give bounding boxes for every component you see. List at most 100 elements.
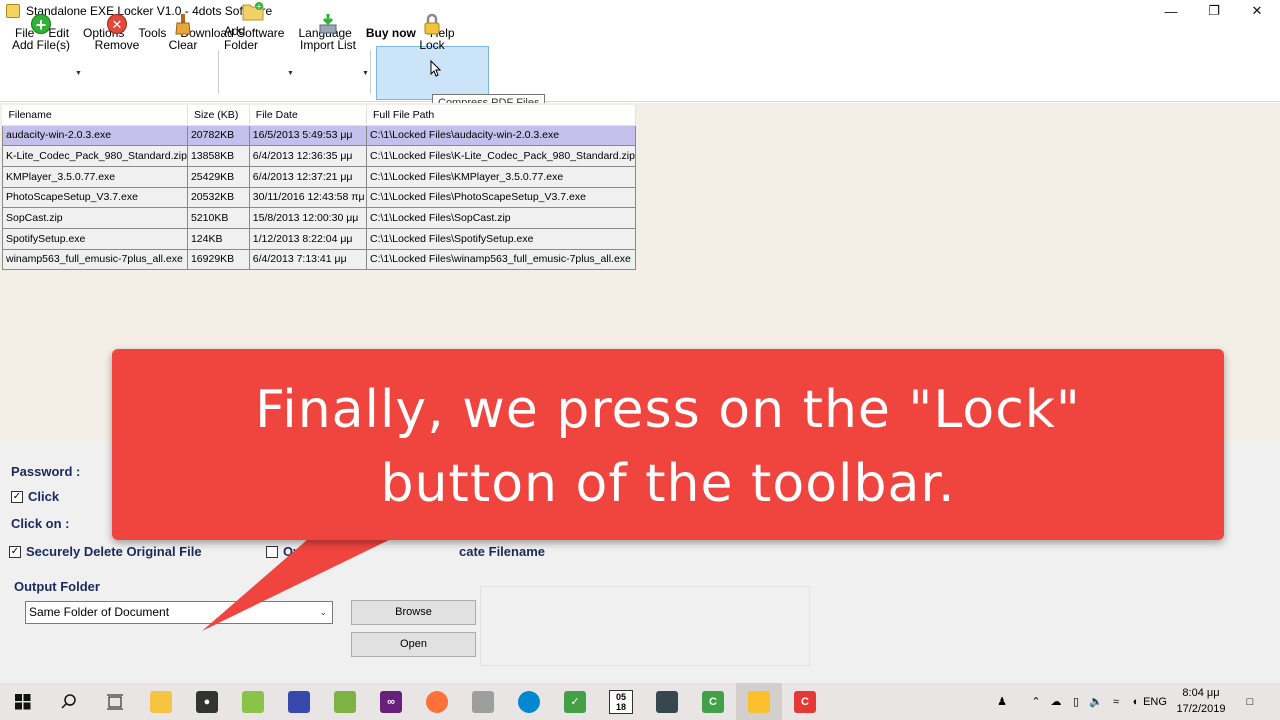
clock-time: 8:04 μμ [1182,687,1220,699]
start-icon[interactable] [0,683,46,720]
click-checkbox[interactable]: ✓ Click [11,489,59,504]
cell-filename: winamp563_full_emusic-7plus_all.exe [2,248,188,271]
clock-date: 17/2/2019 [1176,703,1226,715]
file-grid: Filename Size (KB) File Date Full File P… [2,105,637,271]
minimize-icon[interactable]: — [1148,0,1194,22]
toolbar-separator [370,50,371,94]
close-icon[interactable]: ✕ [1234,0,1280,22]
folder-icon: + [242,1,264,21]
column-header-file-date[interactable]: File Date [249,105,367,126]
import-list-dropdown-icon[interactable]: ▼ [362,70,369,77]
language-indicator[interactable]: ENG [1142,683,1168,720]
table-row[interactable]: PhotoScapeSetup_V3.7.exe 20532KB 30/11/2… [2,186,637,209]
cell-filename: audacity-win-2.0.3.exe [2,124,188,147]
cell-size: 124KB [186,227,250,250]
notification-icon[interactable]: □ [1238,683,1262,720]
table-row[interactable]: audacity-win-2.0.3.exe 20782KB 16/5/2013… [2,124,637,147]
lock-app-icon[interactable] [644,683,690,720]
app-window-icon[interactable] [460,683,506,720]
cell-filename: KMPlayer_3.5.0.77.exe [2,165,188,188]
overwrite-checkbox[interactable]: Overwrite [266,544,343,559]
cell-date: 6/4/2013 12:36:35 μμ [248,145,367,167]
document-app-icon[interactable] [322,683,368,720]
table-row[interactable]: SpotifySetup.exe 124KB 1/12/2013 8:22:04… [2,227,637,250]
import-list-label: Import List [299,38,356,52]
add-folder-dropdown-icon[interactable]: ▼ [287,70,294,77]
cell-size: 5210KB [186,207,250,229]
column-header-full-path[interactable]: Full File Path [366,105,637,126]
cell-date: 15/8/2013 12:00:30 μμ [248,207,367,229]
cell-path: C:\1\Locked Files\KMPlayer_3.5.0.77.exe [365,165,637,188]
people-icon[interactable]: ♟ [990,683,1014,720]
browse-button[interactable]: Browse [351,600,476,625]
camera-app-icon[interactable]: ● [184,683,230,720]
notepad-plus-icon[interactable] [230,683,276,720]
cell-path: C:\1\Locked Files\K-Lite_Codec_Pack_980_… [365,145,637,167]
checkbox-checked-icon: ✓ [9,545,21,558]
cell-date: 6/4/2013 12:37:21 μμ [248,165,367,188]
battery-icon[interactable]: ▯ [1066,683,1086,720]
table-row[interactable]: winamp563_full_emusic-7plus_all.exe 1692… [2,248,637,271]
column-header-size[interactable]: Size (KB) [187,105,250,126]
file-explorer-icon[interactable] [138,683,184,720]
chevron-up-icon[interactable]: ⌃ [1026,683,1046,720]
calendar-bottom-text: 18 [615,701,626,712]
table-row[interactable]: KMPlayer_3.5.0.77.exe 25429KB 6/4/2013 1… [2,165,637,188]
add-files-button[interactable]: + Add File(s) [12,6,70,54]
table-row[interactable]: SopCast.zip 5210KB 15/8/2013 12:00:30 μμ… [2,207,637,229]
secure-delete-checkbox[interactable]: ✓ Securely Delete Original File [9,544,202,559]
add-folder-button[interactable]: + Add Folder [224,2,282,54]
checklist-app-icon[interactable]: ✓ [552,683,598,720]
callout-text: Finally, we press on the "Lock" button o… [112,373,1224,521]
column-header-filename[interactable]: Filename [2,105,188,126]
cell-date: 16/5/2013 5:49:53 μμ [248,124,367,147]
table-row[interactable]: K-Lite_Codec_Pack_980_Standard.zip 13858… [2,145,637,167]
cell-path: C:\1\Locked Files\SopCast.zip [365,207,637,229]
callout-line-1: Finally, we press on the "Lock" [255,380,1081,440]
cell-path: C:\1\Locked Files\audacity-win-2.0.3.exe [365,124,637,147]
recorder-app-icon[interactable]: C [782,683,828,720]
output-folder-label: Output Folder [14,579,100,594]
cell-size: 20532KB [186,186,250,209]
chat-app-icon[interactable] [506,683,552,720]
wifi-icon[interactable]: ≈ [1106,683,1126,720]
cell-path: C:\1\Locked Files\winamp563_full_emusic-… [365,248,637,271]
broom-icon [172,13,194,35]
visual-studio-icon[interactable]: ∞ [368,683,414,720]
camtasia-icon[interactable]: C [690,683,736,720]
add-files-label: Add File(s) [12,38,71,52]
overwrite-label: Overwrite [283,544,343,559]
exe-locker-taskbar-icon[interactable] [736,683,782,720]
cell-filename: PhotoScapeSetup_V3.7.exe [2,186,188,209]
remove-button[interactable]: ✕ Remove [92,6,142,54]
cloud-icon[interactable]: ☁ [1046,683,1066,720]
lock-button[interactable]: Lock [412,6,452,54]
checkbox-unchecked-icon [266,545,278,558]
grid-header-row: Filename Size (KB) File Date Full File P… [2,105,637,126]
cell-size: 25429KB [186,165,250,188]
click-checkbox-label: Click [28,489,60,504]
firefox-icon[interactable] [414,683,460,720]
open-button[interactable]: Open [351,632,476,657]
cell-size: 16929KB [186,248,250,271]
clear-button[interactable]: Clear [164,6,202,54]
clear-label: Clear [168,38,198,52]
save-app-icon[interactable] [276,683,322,720]
svg-text:+: + [256,2,263,11]
search-icon[interactable] [46,683,92,720]
cell-filename: SpotifySetup.exe [2,227,188,250]
output-folder-select[interactable]: Same Folder of Document ⌄ [25,601,333,624]
calendar-app-icon[interactable]: 05 18 [598,683,644,720]
secure-delete-label: Securely Delete Original File [26,544,202,559]
cell-filename: K-Lite_Codec_Pack_980_Standard.zip [2,145,188,167]
add-files-dropdown-icon[interactable]: ▼ [75,70,82,77]
task-view-icon[interactable] [92,683,138,720]
volume-icon[interactable]: 🔈 [1086,683,1106,720]
clock[interactable]: 8:04 μμ 17/2/2019 [1168,685,1234,717]
cell-path: C:\1\Locked Files\PhotoScapeSetup_V3.7.e… [365,186,637,209]
restore-icon[interactable]: ❐ [1191,0,1237,22]
import-list-button[interactable]: Import List [299,6,357,54]
cell-date: 1/12/2013 8:22:04 μμ [248,227,367,250]
mouse-cursor-icon [430,59,442,81]
chevron-down-icon: ⌄ [319,607,327,617]
